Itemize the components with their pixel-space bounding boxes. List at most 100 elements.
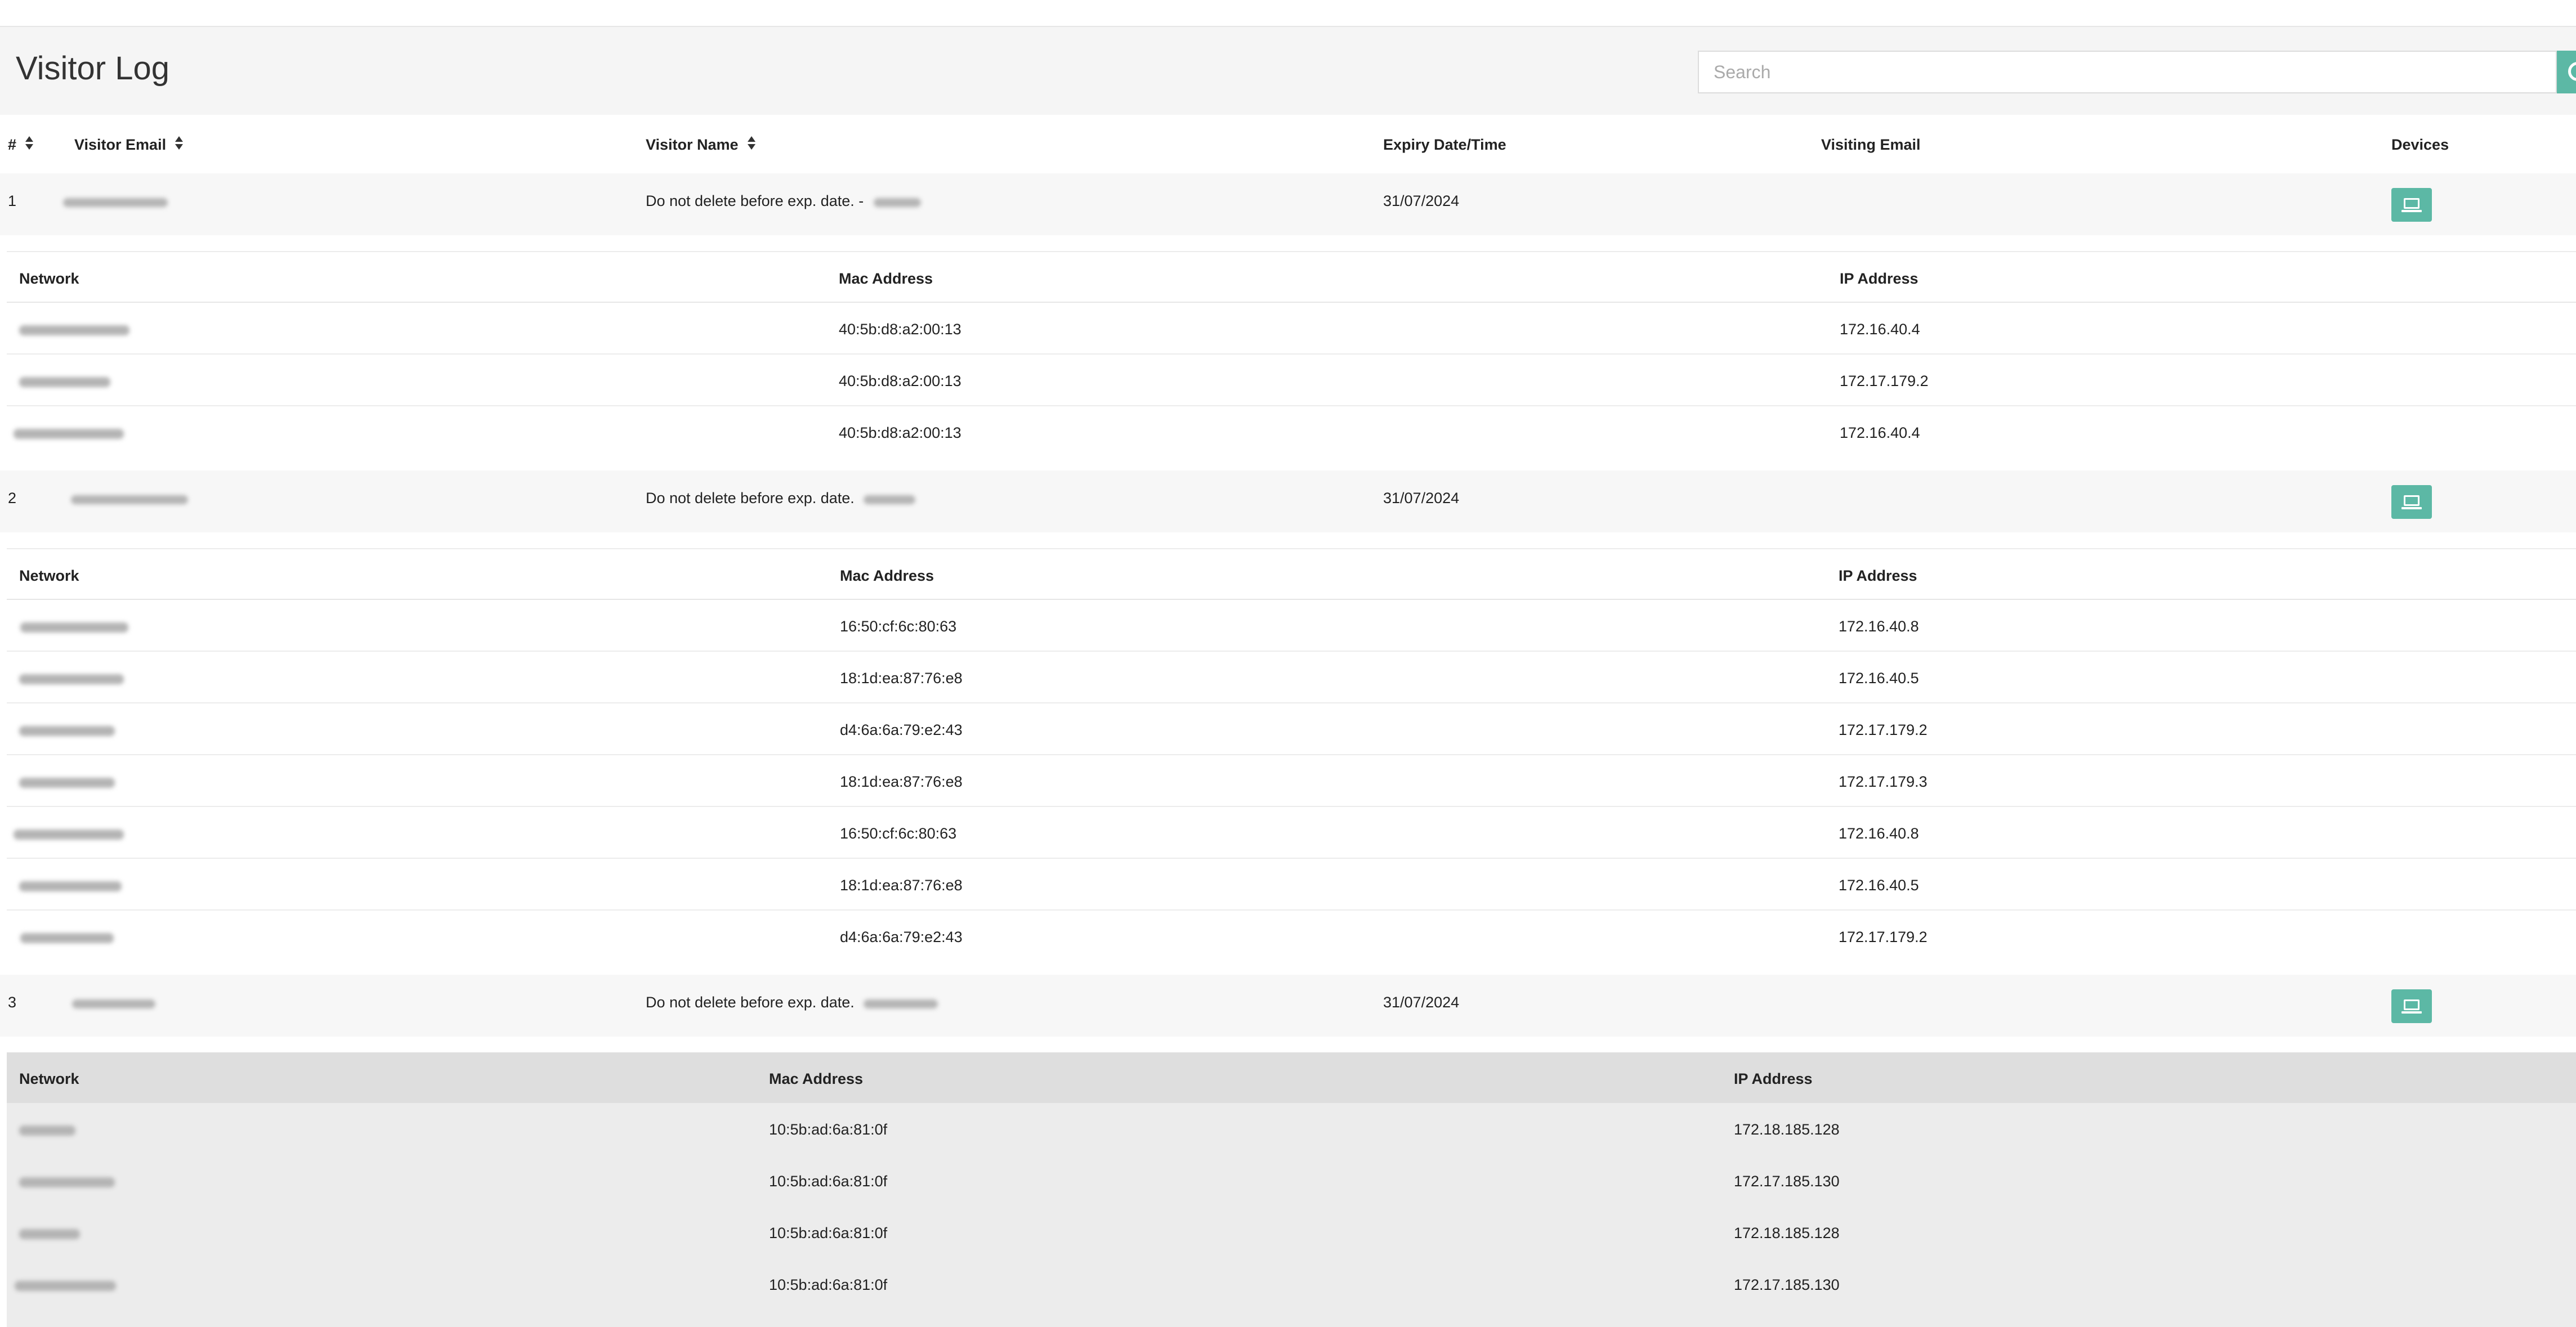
redacted-network	[15, 1281, 116, 1291]
device-table-header: Network Mac Address IP Address	[7, 252, 2576, 303]
device-ip: 172.17.179.3	[1839, 773, 1927, 790]
device-mac: d4:6a:6a:79:e2:43	[840, 929, 963, 945]
device-mac: 18:1d:ea:87:76:e8	[840, 877, 963, 894]
sort-icon[interactable]	[24, 136, 34, 151]
redacted-network	[19, 377, 110, 387]
device-header-network: Network	[19, 1070, 79, 1087]
device-header-ip: IP Address	[1840, 270, 1918, 287]
device-table-header: Network Mac Address IP Address	[7, 1052, 2576, 1103]
visitor-index: 2	[8, 490, 17, 506]
visitor-index: 3	[8, 994, 17, 1011]
sort-icon[interactable]	[746, 136, 757, 151]
device-row: 10:5b:ad:6a:81:0f 172.17.185.130	[7, 1258, 2576, 1310]
redacted-network	[19, 325, 129, 335]
laptop-icon	[2401, 999, 2422, 1014]
device-mac: 18:1d:ea:87:76:e8	[840, 670, 963, 687]
devices-button[interactable]	[2391, 989, 2432, 1023]
devices-button[interactable]	[2391, 485, 2432, 519]
device-row: 40:5b:d8:a2:00:13 172.16.40.4	[7, 303, 2576, 355]
device-ip: 172.18.185.128	[1734, 1225, 1840, 1241]
redacted-visitor-email	[72, 999, 155, 1008]
laptop-icon	[2401, 198, 2422, 213]
table-header: # Visitor Email Visitor Name Expiry Date…	[0, 115, 2576, 173]
visitor-name: Do not delete before exp. date. -	[646, 192, 864, 209]
column-header-visitor-email[interactable]: Visitor Email	[74, 136, 184, 154]
search-button[interactable]	[2557, 51, 2576, 93]
device-ip: 172.16.40.5	[1839, 670, 1919, 687]
device-ip: 172.17.179.2	[1839, 929, 1927, 945]
redacted-network	[20, 933, 114, 943]
device-row: 40:5b:d8:a2:00:13 172.16.40.4	[7, 406, 2576, 458]
device-mac: 40:5b:d8:a2:00:13	[839, 424, 961, 441]
device-row: 18:1d:ea:87:76:e8 172.17.179.3	[7, 755, 2576, 807]
page-title: Visitor Log	[16, 50, 169, 87]
device-row: 10:5b:ad:6a:81:0f 172.18.185.128	[7, 1103, 2576, 1155]
device-ip: 172.18.185.128	[1734, 1121, 1840, 1138]
column-header-visitor-name[interactable]: Visitor Name	[646, 136, 757, 154]
device-ip: 172.16.40.4	[1840, 321, 1920, 338]
device-ip: 172.17.179.2	[1840, 373, 1929, 389]
column-header-index[interactable]: #	[8, 136, 34, 154]
visitor-index: 1	[8, 192, 17, 209]
column-label: Visitor Email	[74, 136, 167, 153]
device-mac: 16:50:cf:6c:80:63	[840, 618, 957, 635]
device-mac: d4:6a:6a:79:e2:43	[840, 721, 963, 738]
sort-icon[interactable]	[174, 136, 184, 151]
device-mac: 16:50:cf:6c:80:63	[840, 825, 957, 842]
column-label: #	[8, 136, 17, 153]
page-header: Visitor Log	[0, 27, 2576, 115]
device-row: 40:5b:d8:a2:00:13 172.17.179.2	[7, 355, 2576, 406]
column-header-expiry: Expiry Date/Time	[1383, 136, 1506, 153]
redacted-network	[19, 778, 115, 788]
laptop-icon	[2401, 495, 2422, 510]
device-table: Network Mac Address IP Address 16:50:cf:…	[7, 548, 2576, 962]
redacted-name-suffix	[864, 495, 915, 504]
device-table: Network Mac Address IP Address 40:5b:d8:…	[7, 251, 2576, 458]
device-row: 18:1d:ea:87:76:e8 172.16.40.5	[7, 859, 2576, 911]
device-header-ip: IP Address	[1839, 567, 1917, 584]
redacted-network	[19, 1229, 80, 1239]
device-mac: 10:5b:ad:6a:81:0f	[769, 1225, 888, 1241]
device-ip: 172.16.40.5	[1839, 877, 1919, 894]
device-ip: 172.16.40.8	[1839, 825, 1919, 842]
device-row: 16:50:cf:6c:80:63 172.16.40.8	[7, 600, 2576, 652]
expiry-date: 31/07/2024	[1383, 490, 1460, 506]
device-row: d4:6a:6a:79:e2:43 172.17.179.2	[7, 703, 2576, 755]
device-ip: 172.17.185.130	[1734, 1173, 1840, 1190]
redacted-network	[19, 1177, 115, 1187]
device-header-mac: Mac Address	[839, 270, 933, 287]
search-icon	[2568, 62, 2576, 81]
device-row: 10:5b:ad:6a:81:0f 172.17.185.130	[7, 1155, 2576, 1207]
device-mac: 10:5b:ad:6a:81:0f	[769, 1276, 888, 1293]
expiry-date: 31/07/2024	[1383, 994, 1460, 1011]
visitor-row: 2 Do not delete before exp. date. 31/07/…	[0, 470, 2576, 532]
device-header-ip: IP Address	[1734, 1070, 1813, 1087]
redacted-name-suffix	[874, 198, 921, 207]
redacted-network	[20, 622, 128, 633]
top-bar	[0, 0, 2576, 27]
device-row: 10:5b:ad:6a:81:0f 172.18.185.128	[7, 1207, 2576, 1258]
search-input[interactable]	[1698, 51, 2557, 93]
device-row: 16:50:cf:6c:80:63 172.16.40.8	[7, 807, 2576, 859]
redacted-network	[14, 429, 124, 439]
visitor-row: 1 Do not delete before exp. date. - 31/0…	[0, 173, 2576, 235]
search-bar	[1698, 51, 2576, 93]
redacted-visitor-email	[63, 198, 168, 207]
redacted-visitor-email	[71, 495, 188, 504]
redacted-network	[19, 881, 122, 891]
device-ip: 172.17.185.130	[1734, 1276, 1840, 1293]
redacted-network	[19, 726, 115, 736]
device-ip: 172.16.40.4	[1840, 424, 1920, 441]
device-header-mac: Mac Address	[840, 567, 934, 584]
device-table: Network Mac Address IP Address 10:5b:ad:…	[7, 1052, 2576, 1327]
device-mac: 40:5b:d8:a2:00:13	[839, 321, 961, 338]
column-header-visiting-email: Visiting Email	[1821, 136, 1921, 153]
device-row: d4:6a:6a:79:e2:43 172.17.179.2	[7, 911, 2576, 962]
devices-button[interactable]	[2391, 188, 2432, 222]
column-label: Visitor Name	[646, 136, 739, 153]
column-header-devices: Devices	[2391, 136, 2449, 153]
device-ip: 172.17.179.2	[1839, 721, 1927, 738]
device-header-network: Network	[19, 270, 79, 287]
device-ip: 172.16.40.8	[1839, 618, 1919, 635]
redacted-network	[19, 1126, 75, 1136]
